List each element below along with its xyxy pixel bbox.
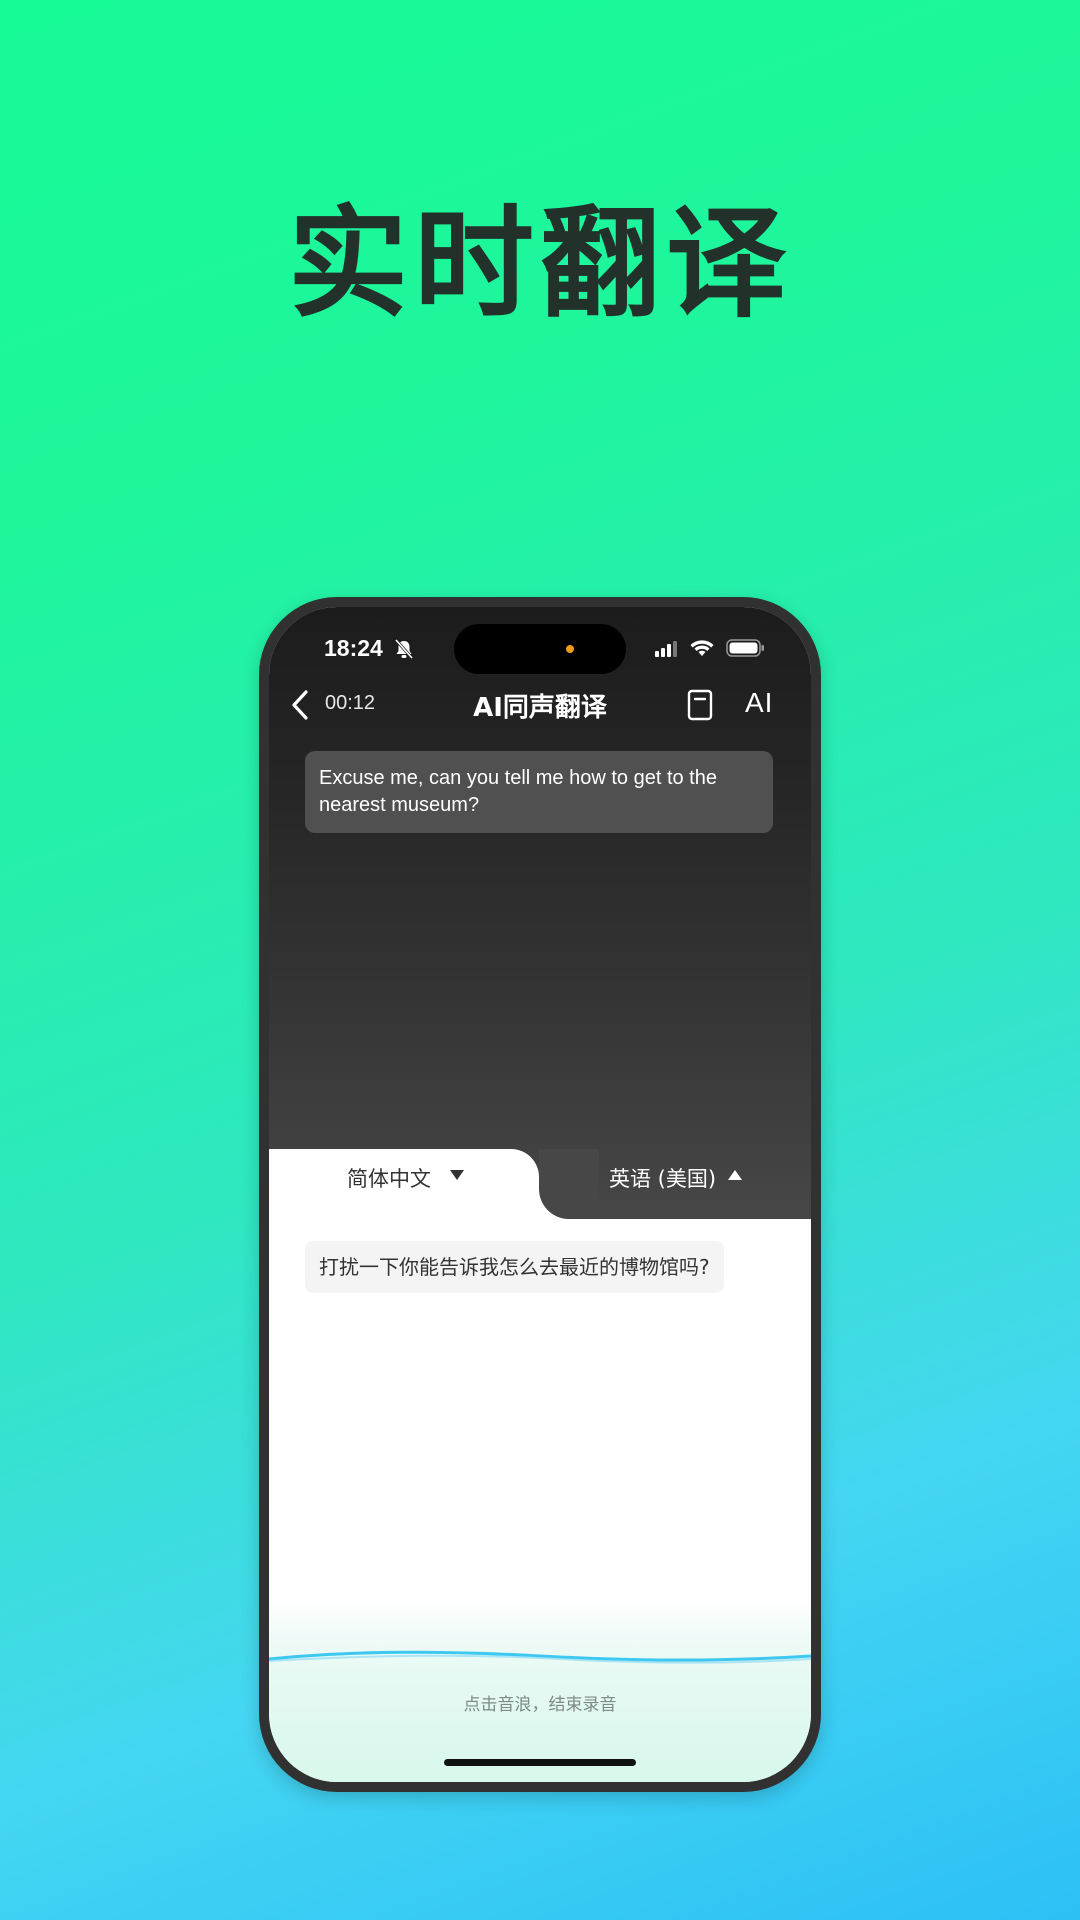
home-indicator[interactable] bbox=[444, 1759, 636, 1766]
battery-icon bbox=[726, 639, 764, 657]
recorder-hint: 点击音浪，结束录音 bbox=[463, 1695, 617, 1715]
page-title: AI同声翻译 bbox=[473, 693, 607, 723]
caret-up-icon[interactable] bbox=[727, 1169, 743, 1181]
audio-wave[interactable] bbox=[269, 1642, 811, 1672]
status-time: 18:24 bbox=[324, 635, 383, 661]
source-transcript-area: 18:24 00:12 AI同声翻译 AI Excuse me, can you… bbox=[269, 607, 811, 1219]
language-tabs: 简体中文 英语 (美国) bbox=[269, 1149, 811, 1219]
target-language-label[interactable]: 英语 (美国) bbox=[609, 1163, 716, 1193]
document-icon[interactable] bbox=[687, 689, 713, 721]
chevron-left-icon[interactable] bbox=[287, 687, 315, 723]
bell-slash-icon bbox=[394, 639, 414, 659]
dynamic-island bbox=[454, 624, 626, 674]
recorder-area[interactable]: 点击音浪，结束录音 bbox=[269, 1602, 811, 1782]
tab-fillet-mask bbox=[539, 1149, 599, 1219]
source-text-bubble: Excuse me, can you tell me how to get to… bbox=[305, 751, 773, 833]
caret-down-icon[interactable] bbox=[449, 1169, 465, 1181]
session-timer: 00:12 bbox=[325, 692, 376, 714]
ai-settings-icon[interactable]: AI bbox=[745, 687, 773, 719]
translated-text-bubble: 打扰一下你能告诉我怎么去最近的博物馆吗? bbox=[305, 1241, 724, 1293]
phone-screen: 18:24 00:12 AI同声翻译 AI Excuse me, can you… bbox=[269, 607, 811, 1782]
wifi-icon bbox=[690, 640, 714, 656]
source-language-label[interactable]: 简体中文 bbox=[347, 1163, 431, 1193]
phone-frame: 18:24 00:12 AI同声翻译 AI Excuse me, can you… bbox=[259, 597, 821, 1792]
signal-bars-icon bbox=[655, 641, 677, 657]
promo-headline: 实时翻译 bbox=[288, 195, 792, 334]
mic-indicator-dot bbox=[566, 645, 574, 653]
